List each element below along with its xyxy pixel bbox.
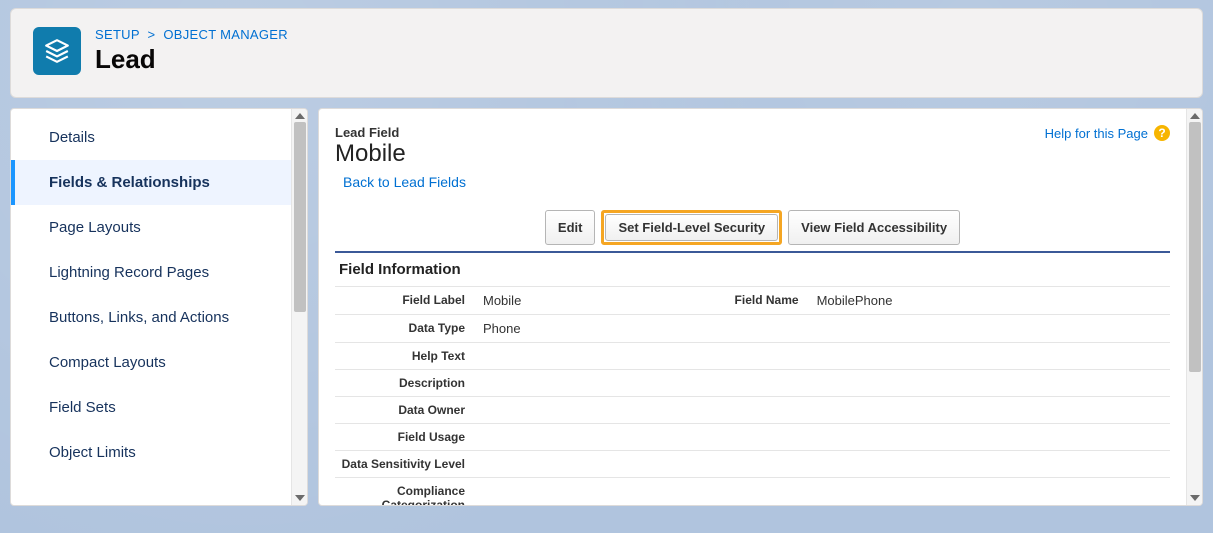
value-compliance bbox=[475, 478, 689, 506]
sidebar-item-page-layouts[interactable]: Page Layouts bbox=[11, 205, 291, 250]
sidebar-item-buttons-links-actions[interactable]: Buttons, Links, and Actions bbox=[11, 295, 291, 340]
action-button-row: Edit Set Field-Level Security View Field… bbox=[335, 210, 1170, 253]
row-field-usage: Field Usage bbox=[335, 424, 1170, 451]
sidebar-item-compact-layouts[interactable]: Compact Layouts bbox=[11, 340, 291, 385]
value-data-type: Phone bbox=[475, 315, 689, 343]
sidebar-item-lightning-record-pages[interactable]: Lightning Record Pages bbox=[11, 250, 291, 295]
sidebar-item-field-sets[interactable]: Field Sets bbox=[11, 385, 291, 430]
value-data-sensitivity bbox=[475, 451, 689, 478]
view-field-accessibility-button[interactable]: View Field Accessibility bbox=[788, 210, 960, 245]
label-data-sensitivity: Data Sensitivity Level bbox=[335, 451, 475, 478]
help-icon: ? bbox=[1154, 125, 1170, 141]
value-data-owner bbox=[475, 397, 689, 424]
value-field-label: Mobile bbox=[475, 287, 689, 315]
row-compliance: Compliance Categorization bbox=[335, 478, 1170, 506]
value-help-text bbox=[475, 343, 689, 370]
sidebar-item-details[interactable]: Details bbox=[11, 115, 291, 160]
label-field-name: Field Name bbox=[689, 287, 809, 315]
field-kicker: Lead Field bbox=[335, 125, 466, 140]
object-manager-icon bbox=[33, 27, 81, 75]
breadcrumb: SETUP > OBJECT MANAGER bbox=[95, 27, 288, 42]
label-data-owner: Data Owner bbox=[335, 397, 475, 424]
value-description bbox=[475, 370, 689, 397]
set-fls-highlight: Set Field-Level Security bbox=[601, 210, 782, 245]
field-title: Mobile bbox=[335, 140, 466, 168]
row-help-text: Help Text bbox=[335, 343, 1170, 370]
scroll-thumb[interactable] bbox=[1189, 122, 1201, 372]
breadcrumb-object-manager[interactable]: OBJECT MANAGER bbox=[163, 27, 288, 42]
main-scrollbar[interactable] bbox=[1186, 109, 1202, 505]
sidebar-nav: Details Fields & Relationships Page Layo… bbox=[11, 109, 307, 475]
value-field-name: MobilePhone bbox=[809, 287, 1170, 315]
setup-header: SETUP > OBJECT MANAGER Lead bbox=[10, 8, 1203, 98]
label-field-label: Field Label bbox=[335, 287, 475, 315]
label-compliance: Compliance Categorization bbox=[335, 478, 475, 506]
set-field-level-security-button[interactable]: Set Field-Level Security bbox=[605, 214, 778, 241]
page-title: Lead bbox=[95, 44, 288, 75]
field-information-heading: Field Information bbox=[335, 253, 1170, 286]
label-description: Description bbox=[335, 370, 475, 397]
sidebar-scrollbar[interactable] bbox=[291, 109, 307, 505]
row-data-owner: Data Owner bbox=[335, 397, 1170, 424]
breadcrumb-separator: > bbox=[148, 27, 156, 42]
scroll-down-icon[interactable] bbox=[295, 495, 305, 501]
sidebar-item-object-limits[interactable]: Object Limits bbox=[11, 430, 291, 475]
row-data-sensitivity: Data Sensitivity Level bbox=[335, 451, 1170, 478]
breadcrumb-setup[interactable]: SETUP bbox=[95, 27, 140, 42]
help-link-label: Help for this Page bbox=[1045, 126, 1148, 141]
main-panel: Lead Field Mobile Back to Lead Fields He… bbox=[318, 108, 1203, 506]
edit-button[interactable]: Edit bbox=[545, 210, 596, 245]
label-help-text: Help Text bbox=[335, 343, 475, 370]
scroll-down-icon[interactable] bbox=[1190, 495, 1200, 501]
row-description: Description bbox=[335, 370, 1170, 397]
label-data-type: Data Type bbox=[335, 315, 475, 343]
help-for-page-link[interactable]: Help for this Page ? bbox=[1045, 125, 1170, 141]
sidebar-item-fields-relationships[interactable]: Fields & Relationships bbox=[11, 160, 291, 205]
sidebar-panel: Details Fields & Relationships Page Layo… bbox=[10, 108, 308, 506]
row-field-label: Field Label Mobile Field Name MobilePhon… bbox=[335, 287, 1170, 315]
scroll-up-icon[interactable] bbox=[1190, 113, 1200, 119]
value-field-usage bbox=[475, 424, 689, 451]
scroll-thumb[interactable] bbox=[294, 122, 306, 312]
field-information-table: Field Label Mobile Field Name MobilePhon… bbox=[335, 286, 1170, 505]
label-field-usage: Field Usage bbox=[335, 424, 475, 451]
row-data-type: Data Type Phone bbox=[335, 315, 1170, 343]
back-to-lead-fields-link[interactable]: Back to Lead Fields bbox=[343, 174, 466, 190]
scroll-up-icon[interactable] bbox=[295, 113, 305, 119]
